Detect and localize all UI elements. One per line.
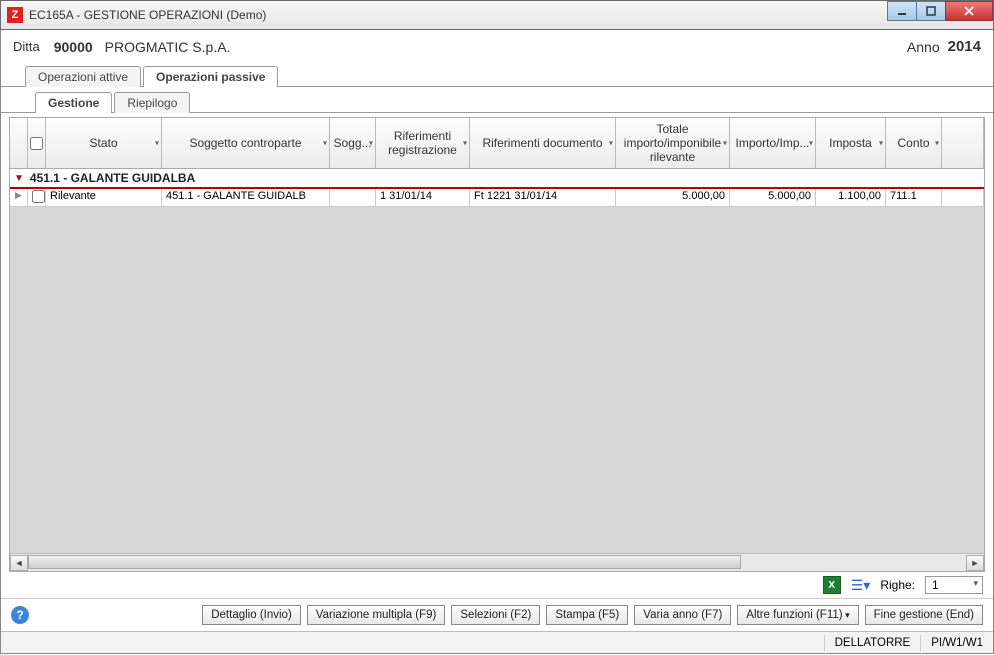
cell-totale: 5.000,00 (616, 189, 730, 206)
status-path: PI/W1/W1 (920, 635, 993, 651)
col-totale[interactable]: Totale importo/imponibile rilevante▾ (616, 118, 730, 168)
below-grid-bar: X ☰▾ Righe: 1 (1, 572, 993, 598)
grid-body: ▼ 451.1 - GALANTE GUIDALBA ▶ Rilevante 4… (10, 169, 984, 553)
chevron-down-icon[interactable]: ▾ (155, 139, 159, 148)
chevron-down-icon[interactable]: ▾ (809, 139, 813, 148)
grid-header: Stato▾ Soggetto controparte▾ Sogg...▾ Ri… (10, 118, 984, 169)
status-user: DELLATORRE (824, 635, 921, 651)
group-row[interactable]: ▼ 451.1 - GALANTE GUIDALBA (10, 169, 984, 189)
button-bar: ? Dettaglio (Invio) Variazione multipla … (1, 598, 993, 631)
cell-soggetto: 451.1 - GALANTE GUIDALB (162, 189, 330, 206)
col-rowmarker (10, 118, 28, 168)
ditta-code: 90000 (54, 39, 93, 55)
righe-dropdown[interactable]: 1 (925, 576, 983, 594)
collapse-icon[interactable]: ▼ (14, 173, 24, 184)
horizontal-scrollbar[interactable]: ◄ ► (10, 553, 984, 571)
tab-riepilogo[interactable]: Riepilogo (114, 92, 190, 113)
select-all-checkbox[interactable] (30, 137, 43, 150)
minimize-button[interactable] (887, 1, 917, 21)
header-row: Ditta 90000 PROGMATIC S.p.A. Anno 2014 (1, 30, 993, 65)
anno-value: 2014 (948, 38, 981, 55)
chevron-down-icon[interactable]: ▾ (723, 139, 727, 148)
cell-imposta: 1.100,00 (816, 189, 886, 206)
maximize-button[interactable] (916, 1, 946, 21)
help-icon[interactable]: ? (11, 606, 29, 624)
row-checkbox[interactable] (28, 189, 46, 206)
window-title: EC165A - GESTIONE OPERAZIONI (Demo) (29, 8, 888, 22)
col-select-all[interactable] (28, 118, 46, 168)
tab-gestione[interactable]: Gestione (35, 92, 112, 113)
cell-rif-reg: 1 31/01/14 (376, 189, 470, 206)
col-stato[interactable]: Stato▾ (46, 118, 162, 168)
chevron-down-icon[interactable]: ▾ (369, 139, 373, 148)
row-indicator-icon: ▶ (10, 189, 28, 206)
table-row[interactable]: ▶ Rilevante 451.1 - GALANTE GUIDALB 1 31… (10, 189, 984, 207)
chevron-down-icon[interactable]: ▾ (609, 139, 613, 148)
col-rif-reg[interactable]: Riferimenti registrazione▾ (376, 118, 470, 168)
chevron-down-icon[interactable]: ▾ (935, 139, 939, 148)
col-overflow (942, 118, 984, 168)
cell-rif-doc: Ft 1221 31/01/14 (470, 189, 616, 206)
tabs-main: Operazioni attive Operazioni passive (1, 65, 993, 87)
col-rif-doc[interactable]: Riferimenti documento▾ (470, 118, 616, 168)
fine-gestione-button[interactable]: Fine gestione (End) (865, 605, 983, 625)
varia-anno-button[interactable]: Varia anno (F7) (634, 605, 731, 625)
righe-label: Righe: (880, 578, 915, 592)
chevron-down-icon[interactable]: ▾ (463, 139, 467, 148)
cell-stato: Rilevante (46, 189, 162, 206)
titlebar: Z EC165A - GESTIONE OPERAZIONI (Demo) (0, 0, 994, 30)
variazione-button[interactable]: Variazione multipla (F9) (307, 605, 446, 625)
altre-funzioni-button[interactable]: Altre funzioni (F11) (737, 605, 858, 625)
tabs-sub: Gestione Riepilogo (1, 91, 993, 113)
company-name: PROGMATIC S.p.A. (105, 39, 231, 55)
col-conto[interactable]: Conto▾ (886, 118, 942, 168)
cell-overflow (942, 189, 984, 206)
scroll-left-button[interactable]: ◄ (10, 555, 28, 571)
tab-operazioni-attive[interactable]: Operazioni attive (25, 66, 141, 87)
ditta-label: Ditta (13, 39, 40, 54)
cell-sogg2 (330, 189, 376, 206)
scroll-track[interactable] (28, 555, 966, 571)
grid: Stato▾ Soggetto controparte▾ Sogg...▾ Ri… (9, 117, 985, 572)
status-bar: DELLATORRE PI/W1/W1 (1, 631, 993, 653)
app-icon: Z (7, 7, 23, 23)
excel-export-icon[interactable]: X (823, 576, 841, 594)
col-sogg2[interactable]: Sogg...▾ (330, 118, 376, 168)
chevron-down-icon[interactable]: ▾ (323, 139, 327, 148)
col-soggetto[interactable]: Soggetto controparte▾ (162, 118, 330, 168)
chevron-down-icon[interactable]: ▾ (879, 139, 883, 148)
tab-operazioni-passive[interactable]: Operazioni passive (143, 66, 278, 87)
scroll-thumb[interactable] (28, 555, 741, 569)
col-imposta[interactable]: Imposta▾ (816, 118, 886, 168)
group-title: 451.1 - GALANTE GUIDALBA (30, 171, 195, 185)
stampa-button[interactable]: Stampa (F5) (546, 605, 628, 625)
window-buttons (888, 1, 993, 29)
selezioni-button[interactable]: Selezioni (F2) (451, 605, 540, 625)
cell-importo: 5.000,00 (730, 189, 816, 206)
col-importo[interactable]: Importo/Imp...▾ (730, 118, 816, 168)
client-area: Ditta 90000 PROGMATIC S.p.A. Anno 2014 O… (0, 30, 994, 654)
dettaglio-button[interactable]: Dettaglio (Invio) (202, 605, 301, 625)
cell-conto: 711.1 (886, 189, 942, 206)
filter-icon[interactable]: ☰▾ (851, 577, 871, 594)
close-button[interactable] (945, 1, 993, 21)
scroll-right-button[interactable]: ► (966, 555, 984, 571)
anno-label: Anno (907, 39, 940, 55)
